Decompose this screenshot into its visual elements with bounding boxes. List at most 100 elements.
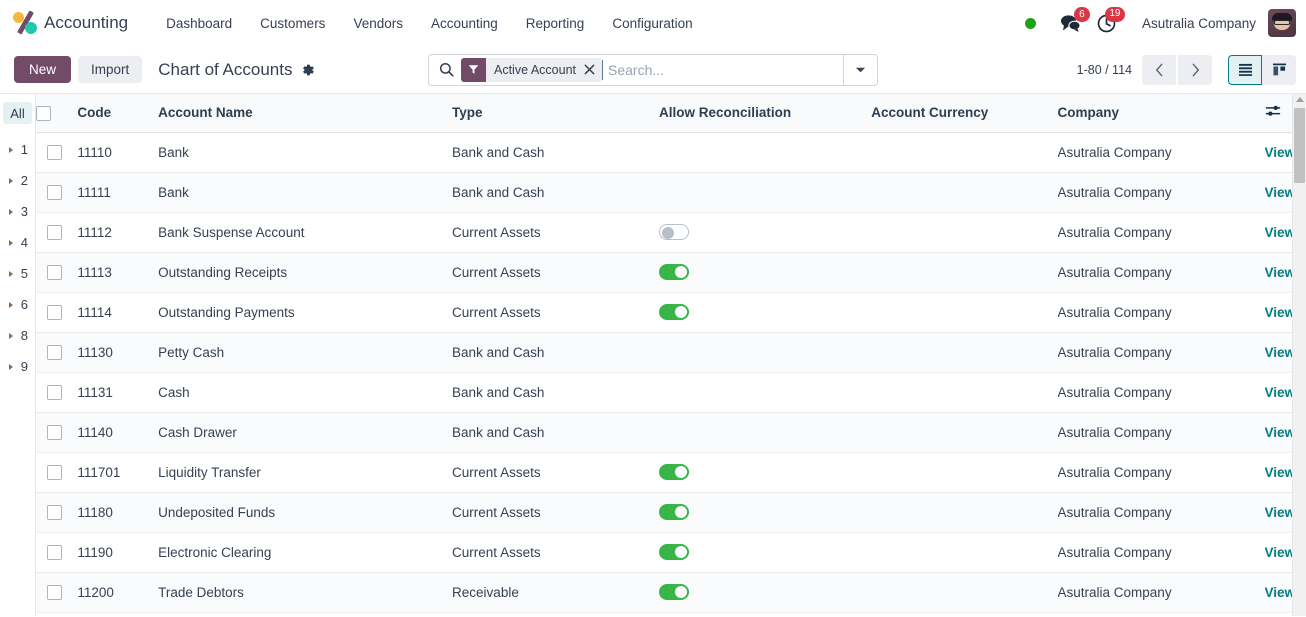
breadcrumb: Chart of Accounts [158,60,315,80]
row-checkbox[interactable] [47,144,63,160]
reconcile-toggle[interactable] [659,224,690,241]
sidebar-item-5[interactable]: 5 [0,258,35,289]
logo-teal-dot [25,22,37,34]
row-select-cell [36,532,78,573]
search-facet-active-account[interactable]: Active Account [461,57,602,82]
row-checkbox[interactable] [47,584,63,600]
sidebar-item-4[interactable]: 4 [0,227,35,258]
messages-button[interactable]: 6 [1052,7,1090,36]
pager-previous-button[interactable] [1142,54,1176,85]
menu-item-customers[interactable]: Customers [246,10,339,37]
view-link[interactable]: View [1265,265,1296,280]
cell-reconcile [659,132,872,173]
sidebar-item-label: 8 [20,328,28,343]
sidebar-item-all[interactable]: All [3,102,32,124]
activities-button[interactable]: 19 [1089,6,1125,37]
row-checkbox[interactable] [47,224,63,240]
sidebar-item-1[interactable]: 1 [0,134,35,165]
app-brand-name[interactable]: Accounting [44,13,128,33]
row-checkbox[interactable] [47,184,63,200]
table-row[interactable]: 11110 Bank Bank and Cash Asutralia Compa… [36,132,1306,173]
view-link[interactable]: View [1265,585,1296,600]
cell-currency [871,292,1058,333]
reconcile-toggle[interactable] [659,304,690,321]
menu-item-vendors[interactable]: Vendors [339,10,417,37]
filter-icon [461,57,486,82]
search-input[interactable] [602,59,843,80]
cell-currency [871,532,1058,573]
chevron-down-icon[interactable] [843,54,877,85]
table-row[interactable]: 11111 Bank Bank and Cash Asutralia Compa… [36,172,1306,213]
menu-item-accounting[interactable]: Accounting [417,10,512,37]
row-checkbox[interactable] [47,264,63,280]
pager-next-button[interactable] [1178,54,1212,85]
column-header-code[interactable]: Code [77,94,159,133]
scrollbar-thumb[interactable] [1294,108,1305,183]
view-link[interactable]: View [1265,505,1296,520]
cell-company: Asutralia Company [1057,572,1265,613]
view-link[interactable]: View [1265,345,1296,360]
view-link[interactable]: View [1265,425,1296,440]
row-checkbox[interactable] [47,504,63,520]
column-header-company[interactable]: Company [1057,94,1265,133]
kanban-view-button[interactable] [1262,54,1296,85]
view-link[interactable]: View [1265,305,1296,320]
reconcile-toggle[interactable] [659,264,690,281]
reconcile-toggle[interactable] [659,584,690,601]
sidebar-item-9[interactable]: 9 [0,351,35,382]
row-checkbox[interactable] [47,424,63,440]
search-icon[interactable] [429,55,461,85]
column-header-account-name[interactable]: Account Name [158,94,453,133]
close-icon[interactable] [582,57,602,82]
menu-item-reporting[interactable]: Reporting [512,10,599,37]
view-link[interactable]: View [1265,185,1296,200]
row-checkbox[interactable] [47,544,63,560]
sidebar-item-6[interactable]: 6 [0,289,35,320]
odoo-logo-icon[interactable] [12,10,38,36]
column-header-account-currency[interactable]: Account Currency [871,94,1058,133]
sidebar-item-2[interactable]: 2 [0,165,35,196]
row-checkbox[interactable] [47,304,63,320]
table-row[interactable]: 11131 Cash Bank and Cash Asutralia Compa… [36,372,1306,413]
view-link[interactable]: View [1265,145,1296,160]
list-view-button[interactable] [1228,54,1262,85]
table-row[interactable]: 11113 Outstanding Receipts Current Asset… [36,252,1306,293]
pager-range[interactable]: 1-80 / 114 [1077,63,1132,77]
sidebar-item-3[interactable]: 3 [0,196,35,227]
menu-item-configuration[interactable]: Configuration [598,10,706,37]
view-link[interactable]: View [1265,545,1296,560]
table-row[interactable]: 11200 Trade Debtors Receivable Asutralia… [36,572,1306,613]
avatar[interactable] [1268,9,1296,37]
table-row[interactable]: 111701 Liquidity Transfer Current Assets… [36,452,1306,493]
table-row[interactable]: 11114 Outstanding Payments Current Asset… [36,292,1306,333]
view-link[interactable]: View [1265,465,1296,480]
column-settings-icon[interactable] [1265,106,1281,121]
vertical-scrollbar[interactable] [1292,94,1306,616]
row-checkbox[interactable] [47,464,63,480]
new-button[interactable]: New [14,56,72,83]
gear-icon[interactable] [301,63,315,77]
cell-company: Asutralia Company [1057,332,1265,373]
user-company-name[interactable]: Asutralia Company [1124,16,1268,31]
row-checkbox[interactable] [47,384,63,400]
reconcile-toggle[interactable] [659,544,690,561]
view-link[interactable]: View [1265,225,1296,240]
table-row[interactable]: 11180 Undeposited Funds Current Assets A… [36,492,1306,533]
select-all-checkbox[interactable] [36,105,51,121]
table-row[interactable]: 11130 Petty Cash Bank and Cash Asutralia… [36,332,1306,373]
column-header-allow-reconciliation[interactable]: Allow Reconciliation [659,94,872,133]
import-button[interactable]: Import [78,56,143,83]
column-header-type[interactable]: Type [452,94,660,133]
view-link[interactable]: View [1265,385,1296,400]
kanban-view-icon [1272,63,1286,76]
reconcile-toggle[interactable] [659,504,690,521]
sidebar-item-8[interactable]: 8 [0,320,35,351]
scroll-up-arrow-icon[interactable] [1296,97,1304,102]
top-navbar: Accounting Dashboard Customers Vendors A… [0,0,1306,46]
reconcile-toggle[interactable] [659,464,690,481]
row-checkbox[interactable] [47,344,63,360]
table-row[interactable]: 11140 Cash Drawer Bank and Cash Asutrali… [36,412,1306,453]
menu-item-dashboard[interactable]: Dashboard [152,10,246,37]
table-row[interactable]: 11190 Electronic Clearing Current Assets… [36,532,1306,573]
table-row[interactable]: 11112 Bank Suspense Account Current Asse… [36,212,1306,253]
